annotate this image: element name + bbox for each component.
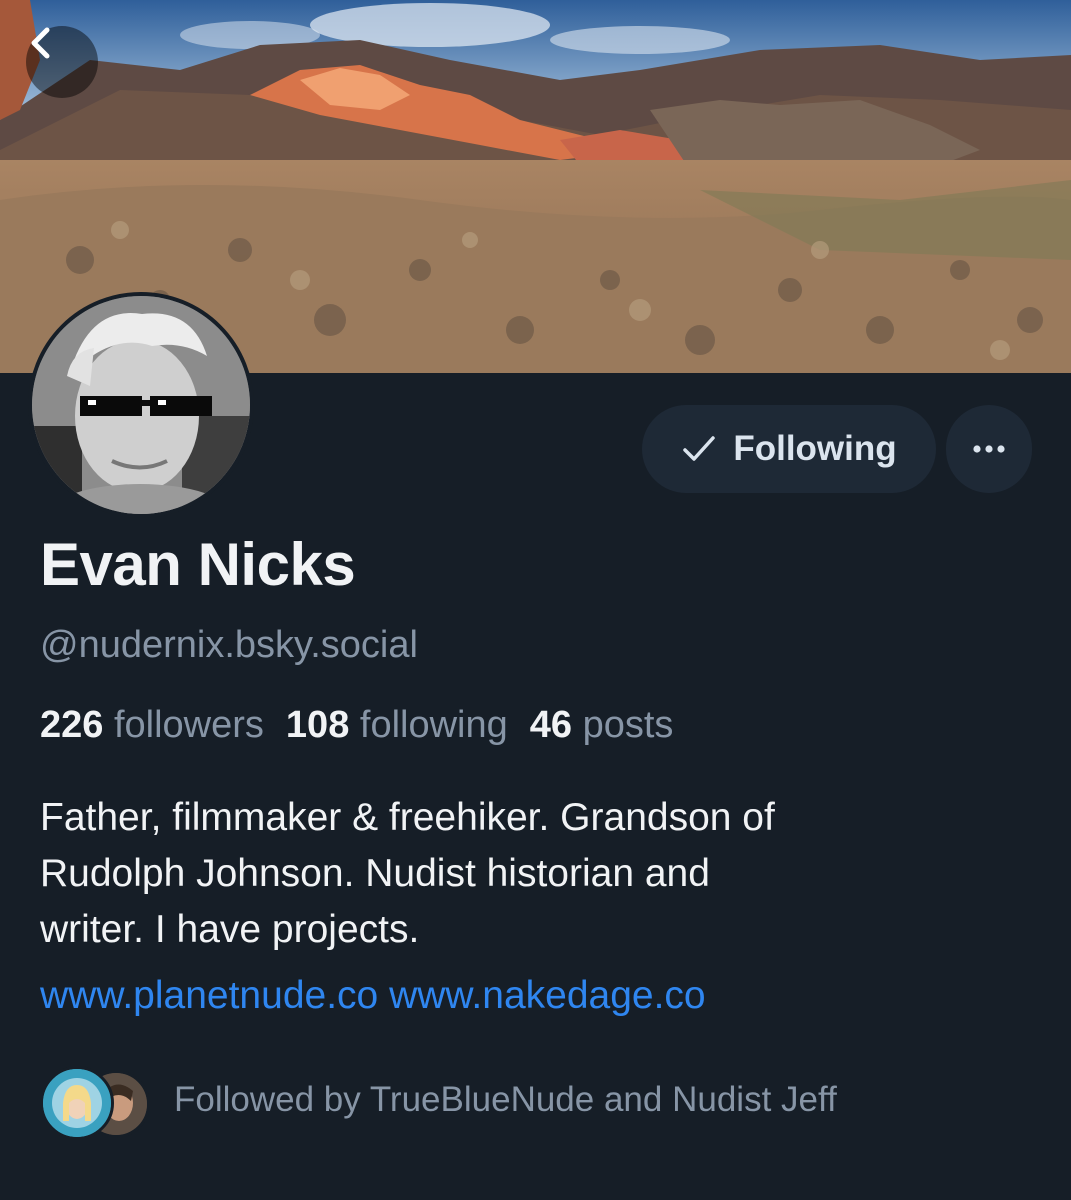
profile-avatar[interactable]	[28, 292, 254, 518]
bio-link-nakedage[interactable]: www.nakedage.co	[389, 974, 706, 1017]
avatar-trueblue-nude	[40, 1066, 114, 1140]
following-label: following	[359, 704, 508, 746]
avatar-photo	[43, 1069, 111, 1137]
profile-display-name: Evan Nicks	[40, 531, 356, 598]
bio-link-planetnude[interactable]: www.planetnude.co	[40, 974, 378, 1017]
posts-count: 46	[529, 704, 573, 746]
followed-by-text: Followed by TrueBlueNude and Nudist Jeff	[174, 1080, 837, 1119]
followers-count: 226	[40, 704, 104, 746]
following-stat[interactable]: 108 following	[286, 704, 508, 746]
followed-by-row[interactable]: Followed by TrueBlueNude and Nudist Jeff	[40, 1062, 837, 1140]
following-button[interactable]: Following	[642, 405, 936, 493]
profile-handle: @nudernix.bsky.social	[40, 624, 418, 666]
ellipsis-icon	[973, 445, 1005, 453]
profile-bio: Father, filmmaker & freehiker. Grandson …	[40, 790, 1030, 958]
bio-line: Father, filmmaker & freehiker. Grandson …	[40, 796, 775, 839]
followers-label: followers	[113, 704, 264, 746]
bio-line: Rudolph Johnson. Nudist historian and	[40, 852, 710, 895]
following-count: 108	[285, 704, 350, 746]
more-options-button[interactable]	[946, 405, 1032, 493]
posts-stat: 46 posts	[530, 704, 674, 746]
following-button-label: Following	[733, 429, 897, 468]
bio-links: www.planetnude.co www.nakedage.co	[40, 974, 706, 1018]
bio-line: writer. I have projects.	[40, 908, 420, 951]
avatar-photo	[32, 296, 250, 514]
followers-stat[interactable]: 226 followers	[40, 704, 264, 746]
back-button[interactable]	[26, 26, 98, 98]
posts-label: posts	[582, 704, 674, 746]
follower-avatars	[40, 1062, 150, 1140]
profile-stats: 226 followers 108 following 46 posts	[40, 704, 673, 747]
check-icon	[683, 436, 716, 461]
chevron-left-icon	[31, 27, 50, 59]
